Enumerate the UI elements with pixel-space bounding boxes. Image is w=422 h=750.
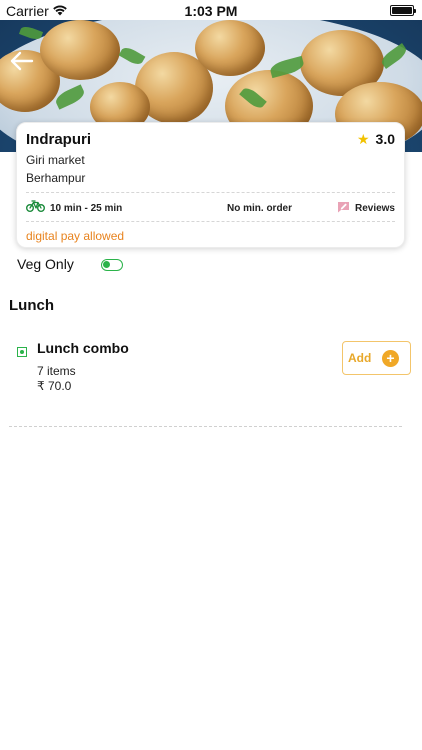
menu-item-price: ₹ 70.0 xyxy=(37,379,72,393)
rating: ★ 3.0 xyxy=(357,131,395,147)
bicycle-icon xyxy=(26,199,45,217)
divider xyxy=(26,221,395,222)
divider xyxy=(9,426,402,427)
payment-note: digital pay allowed xyxy=(26,229,125,243)
address-line-1: Giri market xyxy=(26,153,85,167)
menu-item-name: Lunch combo xyxy=(37,340,129,356)
veg-only-label: Veg Only xyxy=(17,256,74,272)
veg-indicator-icon xyxy=(17,347,27,357)
plus-icon: + xyxy=(382,350,399,367)
restaurant-meta-row: 10 min - 25 min No min. order Reviews xyxy=(26,199,395,217)
back-arrow-icon[interactable] xyxy=(8,50,34,72)
reviews-button[interactable]: Reviews xyxy=(337,201,395,216)
menu-item: Lunch combo 7 items ₹ 70.0 Add + xyxy=(9,330,411,426)
delivery-time: 10 min - 25 min xyxy=(26,199,122,217)
status-bar: Carrier 1:03 PM xyxy=(0,0,422,22)
add-button[interactable]: Add + xyxy=(342,341,411,375)
reviews-label: Reviews xyxy=(354,202,395,214)
review-icon xyxy=(337,201,350,216)
restaurant-info-card: Indrapuri ★ 3.0 Giri market Berhampur 10… xyxy=(16,122,405,248)
min-order-text: No min. order xyxy=(227,202,293,214)
veg-only-toggle[interactable] xyxy=(101,259,123,271)
menu-section-title: Lunch xyxy=(9,297,54,314)
menu-item-count: 7 items xyxy=(37,364,76,378)
rating-value: 3.0 xyxy=(375,131,395,147)
battery-icon xyxy=(390,5,416,16)
add-button-label: Add xyxy=(348,351,372,365)
restaurant-name: Indrapuri xyxy=(26,131,92,148)
divider xyxy=(26,192,395,193)
delivery-time-text: 10 min - 25 min xyxy=(50,202,123,214)
address-line-2: Berhampur xyxy=(26,171,86,185)
clock-time: 1:03 PM xyxy=(184,3,238,19)
veg-only-row: Veg Only xyxy=(17,256,123,272)
star-icon: ★ xyxy=(356,131,370,147)
